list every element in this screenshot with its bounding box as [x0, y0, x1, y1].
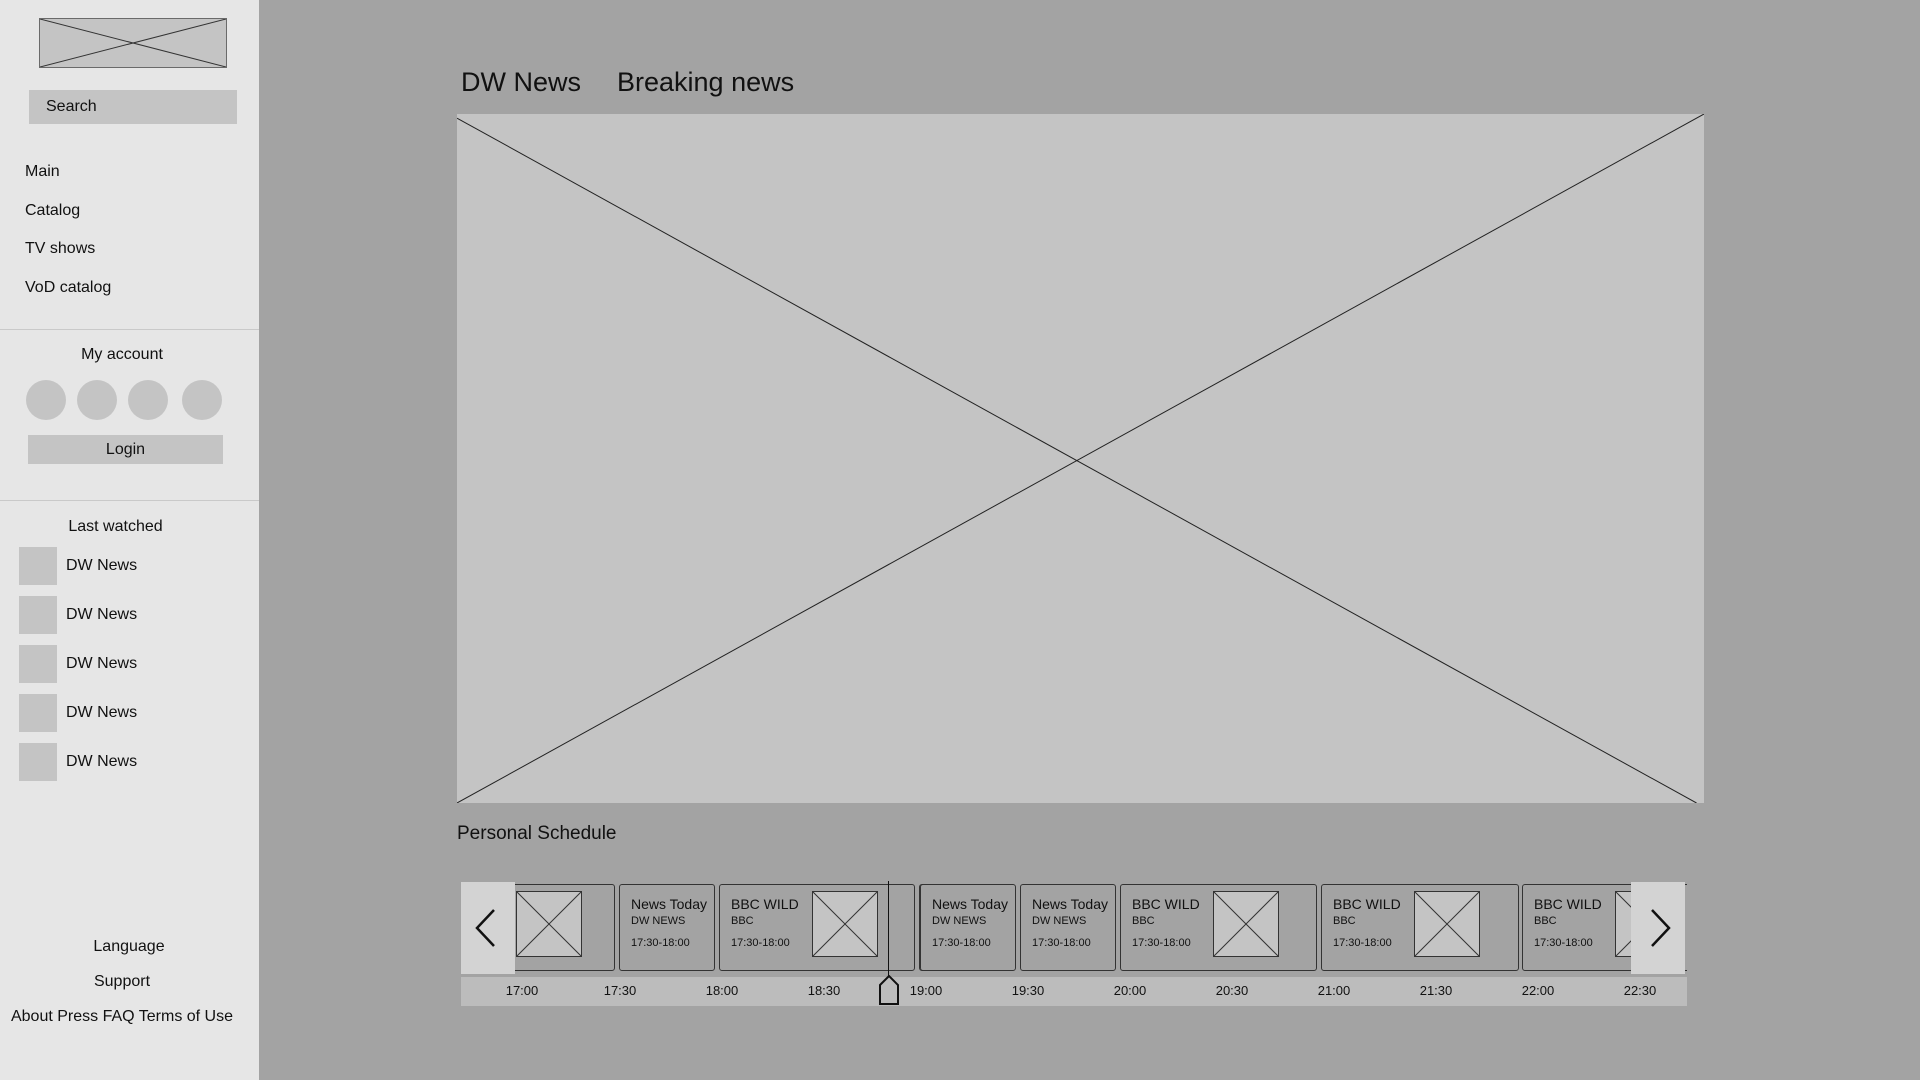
program-card[interactable]: BBC WILD BBC 17:30-18:00 [719, 884, 915, 971]
program-card[interactable]: News Today DW NEWS 17:30-18:00 [920, 884, 1016, 971]
program-time: 17:30-18:00 [1032, 937, 1091, 949]
footer-links: About Press FAQ Terms of Use [0, 1007, 244, 1027]
program-thumbnail [1414, 891, 1480, 957]
program-title: News Today [932, 896, 1009, 912]
last-watched-item[interactable]: DW News [19, 694, 239, 732]
last-watched-item[interactable]: DW News [19, 645, 239, 683]
last-watched-label: DW News [66, 606, 138, 623]
program-channel: BBC [731, 915, 754, 927]
program-card[interactable]: News Today DW NEWS 17:30-18:00 [619, 884, 715, 971]
thumbnail [19, 596, 57, 634]
press-link[interactable]: Press [57, 1008, 98, 1025]
program-title: News Today [631, 896, 708, 912]
thumbnail [19, 743, 57, 781]
thumbnail [19, 645, 57, 683]
schedule-timeline: News Today DW NEWS 17:30-18:00 BBC WILD … [461, 881, 1687, 1006]
avatar[interactable] [26, 380, 66, 420]
last-watched-label: DW News [66, 655, 138, 672]
time-tick: 18:00 [705, 983, 739, 998]
program-time: 17:30-18:00 [932, 937, 991, 949]
nav-item-main[interactable]: Main [25, 162, 60, 182]
program-channel: BBC [1534, 915, 1557, 927]
avatar[interactable] [77, 380, 117, 420]
my-account-title: My account [81, 346, 163, 363]
logo-placeholder[interactable] [39, 18, 227, 68]
time-tick: 17:30 [603, 983, 637, 998]
program-thumbnail [1213, 891, 1279, 957]
time-tick: 22:00 [1521, 983, 1555, 998]
last-watched-title: Last watched [68, 518, 163, 535]
scroll-right-button[interactable] [1631, 882, 1685, 974]
nav-item-catalog[interactable]: Catalog [25, 201, 80, 221]
program-title: BBC WILD [1534, 896, 1602, 912]
time-tick: 18:30 [807, 983, 841, 998]
about-link[interactable]: About [11, 1008, 53, 1025]
program-title: BBC WILD [731, 896, 799, 912]
search-input[interactable] [29, 90, 237, 124]
thumbnail [19, 547, 57, 585]
program-channel: BBC [1333, 915, 1356, 927]
time-tick: 19:00 [909, 983, 943, 998]
support-label[interactable]: Support [94, 973, 150, 990]
program-title: News Today [1032, 896, 1109, 912]
time-tick: 21:30 [1419, 983, 1453, 998]
sidebar: Main Catalog TV shows VoD catalog My acc… [0, 0, 259, 1080]
last-watched-label: DW News [66, 753, 138, 770]
program-strip: News Today DW NEWS 17:30-18:00 BBC WILD … [461, 881, 1687, 977]
last-watched-label: DW News [66, 557, 138, 574]
program-time: 17:30-18:00 [1534, 937, 1593, 949]
support-link[interactable]: Support [0, 972, 244, 992]
program-title: BBC WILD [1132, 896, 1200, 912]
nav-item-tv-shows[interactable]: TV shows [25, 239, 95, 259]
program-title[interactable]: Breaking news [617, 66, 794, 98]
program-time: 17:30-18:00 [1132, 937, 1191, 949]
program-card[interactable] [501, 884, 615, 971]
last-watched-item[interactable]: DW News [19, 547, 239, 585]
time-tick: 20:30 [1215, 983, 1249, 998]
chevron-left-icon [475, 909, 495, 947]
nav-item-vod-catalog[interactable]: VoD catalog [25, 278, 111, 298]
login-button[interactable]: Login [28, 435, 223, 464]
channel-title[interactable]: DW News [461, 66, 581, 98]
scroll-left-button[interactable] [461, 882, 515, 974]
program-time: 17:30-18:00 [731, 937, 790, 949]
time-tick: 21:00 [1317, 983, 1351, 998]
program-time: 17:30-18:00 [1333, 937, 1392, 949]
avatar[interactable] [182, 380, 222, 420]
time-tick: 17:00 [505, 983, 539, 998]
program-time: 17:30-18:00 [631, 937, 690, 949]
chevron-right-icon [1651, 909, 1671, 947]
program-title: BBC WILD [1333, 896, 1401, 912]
program-card[interactable]: BBC WILD BBC 17:30-18:00 [1120, 884, 1317, 971]
avatar[interactable] [128, 380, 168, 420]
faq-link[interactable]: FAQ [103, 1008, 135, 1025]
time-axis: 17:00 17:30 18:00 18:30 19:00 19:30 20:0… [461, 977, 1687, 1006]
program-channel: DW NEWS [631, 915, 686, 927]
program-thumbnail [516, 891, 582, 957]
language-link[interactable]: Language [0, 937, 258, 957]
program-card[interactable]: News Today DW NEWS 17:30-18:00 [1020, 884, 1116, 971]
terms-link[interactable]: Terms of Use [139, 1008, 233, 1025]
program-channel: DW NEWS [1032, 915, 1087, 927]
program-channel: DW NEWS [932, 915, 987, 927]
divider [0, 329, 259, 330]
time-handle-icon[interactable] [879, 975, 899, 1005]
last-watched-label: DW News [66, 704, 138, 721]
program-card[interactable]: BBC WILD BBC 17:30-18:00 [1321, 884, 1519, 971]
language-label[interactable]: Language [93, 938, 164, 955]
time-tick: 22:30 [1623, 983, 1657, 998]
program-thumbnail [812, 891, 878, 957]
program-channel: BBC [1132, 915, 1155, 927]
current-time-line [888, 881, 889, 977]
time-tick: 20:00 [1113, 983, 1147, 998]
time-tick: 19:30 [1011, 983, 1045, 998]
video-player[interactable] [457, 114, 1704, 803]
last-watched-item[interactable]: DW News [19, 596, 239, 634]
last-watched-item[interactable]: DW News [19, 743, 239, 781]
personal-schedule-title: Personal Schedule [457, 823, 617, 844]
thumbnail [19, 694, 57, 732]
divider [0, 500, 259, 501]
